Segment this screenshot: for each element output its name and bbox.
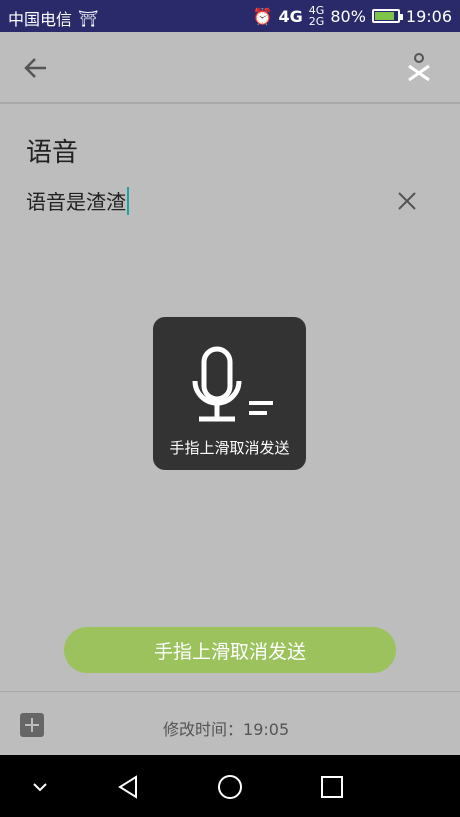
- nav-bar: [0, 755, 460, 817]
- battery-text: 80%: [330, 6, 366, 26]
- clock: 19:06: [405, 6, 452, 26]
- home-circle-icon[interactable]: [216, 773, 244, 801]
- voice-hint: 手指上滑取消发送: [169, 439, 290, 457]
- network-label: 4G: [278, 6, 303, 26]
- notification-icon: ⛩: [78, 8, 99, 28]
- status-bar: 中国电信 ⛩ ⏰ 4G 4G 2G 80% 19:06: [0, 0, 460, 32]
- recents-square-icon[interactable]: [318, 773, 346, 801]
- sketch-close-icon[interactable]: [404, 52, 434, 82]
- back-triangle-icon[interactable]: [114, 773, 142, 801]
- modified-time: 修改时间：19:05: [163, 716, 289, 740]
- chevron-down-icon[interactable]: [26, 773, 54, 801]
- microphone-icon: [192, 346, 273, 422]
- alarm-icon: ⏰: [252, 6, 273, 26]
- voice-overlay: 手指上滑取消发送: [153, 317, 306, 470]
- carrier-label: 中国电信: [8, 10, 73, 29]
- signal-icon: 4G 2G: [308, 4, 325, 28]
- modified-value: 19:05: [243, 720, 290, 739]
- voice-button-label: 手指上滑取消发送: [153, 640, 306, 663]
- battery-icon: [371, 9, 403, 23]
- note-content[interactable]: 语音是渣渣: [26, 186, 129, 215]
- back-arrow-icon[interactable]: [22, 54, 50, 82]
- close-icon[interactable]: [396, 190, 418, 212]
- note-content-text: 语音是渣渣: [26, 190, 126, 214]
- add-icon[interactable]: [20, 713, 44, 737]
- text-cursor: [127, 187, 129, 215]
- voice-button[interactable]: 手指上滑取消发送: [64, 627, 396, 673]
- note-title[interactable]: 语音: [26, 132, 78, 169]
- bottom-bar: 修改时间：19:05: [0, 691, 460, 756]
- app-bar: [0, 32, 460, 104]
- modified-label: 修改时间：: [163, 720, 244, 739]
